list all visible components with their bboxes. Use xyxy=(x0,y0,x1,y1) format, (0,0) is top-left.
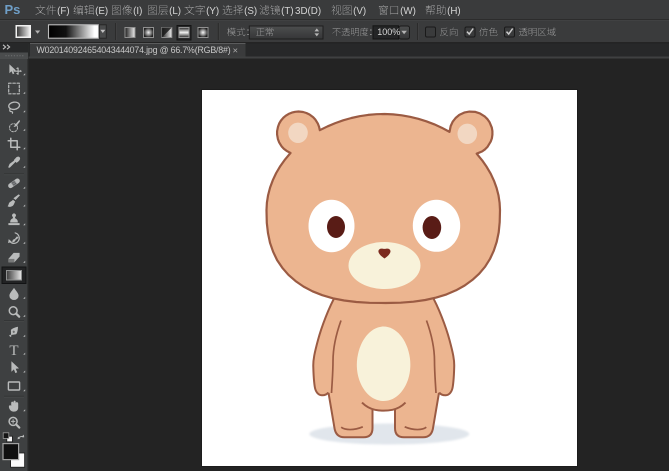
svg-text:(E): (E) xyxy=(95,6,108,17)
svg-text:×: × xyxy=(233,45,239,56)
svg-text:W020140924654043444074.jpg @ 6: W020140924654043444074.jpg @ 66.7%(RGB/8… xyxy=(37,45,231,55)
svg-text:(F): (F) xyxy=(57,6,70,17)
svg-text:(L): (L) xyxy=(169,6,181,17)
svg-text:Ps: Ps xyxy=(5,2,21,17)
svg-text:(Y): (Y) xyxy=(206,6,219,17)
svg-text:(V): (V) xyxy=(353,6,366,17)
svg-text::: : xyxy=(247,27,250,38)
svg-text:(S): (S) xyxy=(244,6,257,17)
svg-text:T: T xyxy=(9,343,18,359)
svg-text:(H): (H) xyxy=(447,6,461,17)
svg-text::: : xyxy=(370,27,373,38)
svg-text:3D(D): 3D(D) xyxy=(295,6,321,17)
svg-text:(W): (W) xyxy=(400,6,416,17)
svg-text:(I): (I) xyxy=(133,6,142,17)
svg-text:100%: 100% xyxy=(377,27,400,37)
svg-text:(T): (T) xyxy=(281,6,294,17)
